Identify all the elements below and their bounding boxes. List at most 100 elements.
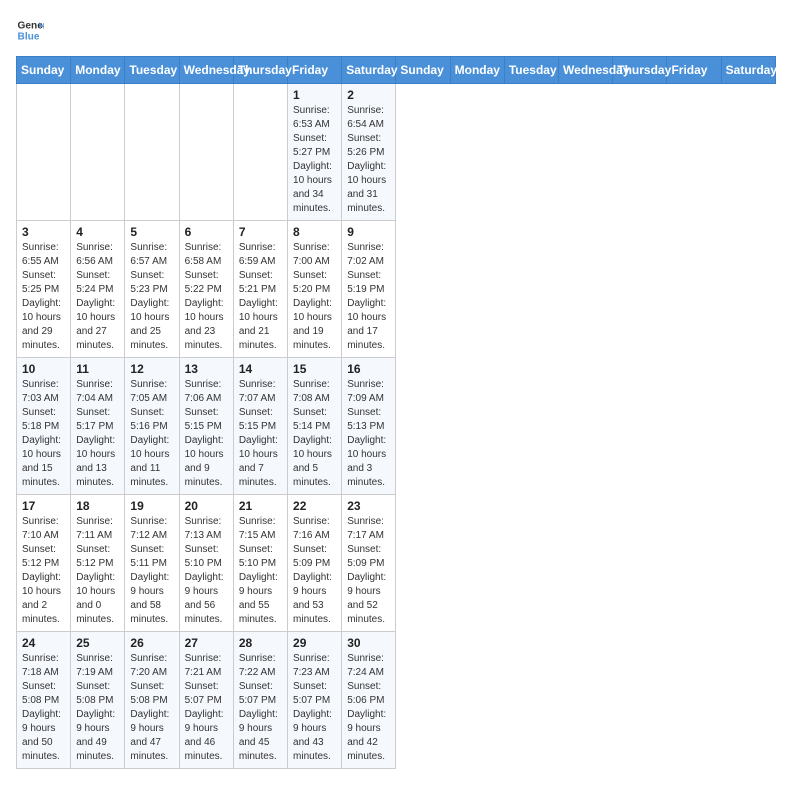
calendar-cell: 18 Sunrise: 7:11 AM Sunset: 5:12 PM Dayli…	[71, 495, 125, 632]
day-number: 15	[293, 362, 336, 376]
day-number: 16	[347, 362, 390, 376]
calendar-week-row: 1Sunrise: 6:53 AM Sunset: 5:27 PM Daylig…	[17, 84, 776, 221]
day-info: Sunrise: 7:13 AM Sunset: 5:10 PM Dayligh…	[185, 515, 228, 627]
column-header-saturday: Saturday	[721, 57, 775, 84]
day-number: 4	[76, 225, 119, 239]
day-number: 24	[22, 636, 65, 650]
calendar-cell: 22Sunrise: 7:16 AM Sunset: 5:09 PM Dayli…	[288, 495, 342, 632]
day-number: 23	[347, 499, 390, 513]
calendar-cell: 21Sunrise: 7:15 AM Sunset: 5:10 PM Dayli…	[233, 495, 287, 632]
day-info: Sunrise: 6:53 AM Sunset: 5:27 PM Dayligh…	[293, 104, 336, 216]
day-info: Sunrise: 7:02 AM Sunset: 5:19 PM Dayligh…	[347, 241, 390, 353]
calendar-cell: 5 Sunrise: 6:57 AM Sunset: 5:23 PM Daylig…	[125, 221, 179, 358]
day-number: 19	[130, 499, 173, 513]
day-number: 17	[22, 499, 65, 513]
column-header-saturday: Saturday	[342, 57, 396, 84]
day-info: Sunrise: 7:11 AM Sunset: 5:12 PM Dayligh…	[76, 515, 119, 627]
calendar-cell: 3Sunrise: 6:55 AM Sunset: 5:25 PM Daylig…	[17, 221, 71, 358]
column-header-monday: Monday	[450, 57, 504, 84]
calendar-cell: 4 Sunrise: 6:56 AM Sunset: 5:24 PM Daylig…	[71, 221, 125, 358]
calendar-cell: 12 Sunrise: 7:05 AM Sunset: 5:16 PM Dayli…	[125, 358, 179, 495]
calendar-cell: 19 Sunrise: 7:12 AM Sunset: 5:11 PM Dayli…	[125, 495, 179, 632]
calendar-cell: 14 Sunrise: 7:07 AM Sunset: 5:15 PM Dayli…	[233, 358, 287, 495]
day-info: Sunrise: 7:06 AM Sunset: 5:15 PM Dayligh…	[185, 378, 228, 490]
column-header-friday: Friday	[288, 57, 342, 84]
day-info: Sunrise: 7:16 AM Sunset: 5:09 PM Dayligh…	[293, 515, 336, 627]
day-info: Sunrise: 6:59 AM Sunset: 5:21 PM Dayligh…	[239, 241, 282, 353]
calendar-cell	[17, 84, 71, 221]
calendar-cell: 9 Sunrise: 7:02 AM Sunset: 5:19 PM Daylig…	[342, 221, 396, 358]
calendar-week-row: 24 Sunrise: 7:18 AM Sunset: 5:08 PM Dayli…	[17, 632, 776, 769]
day-info: Sunrise: 7:03 AM Sunset: 5:18 PM Dayligh…	[22, 378, 65, 490]
calendar-cell: 8 Sunrise: 7:00 AM Sunset: 5:20 PM Daylig…	[288, 221, 342, 358]
column-header-sunday: Sunday	[396, 57, 450, 84]
day-info: Sunrise: 7:09 AM Sunset: 5:13 PM Dayligh…	[347, 378, 390, 490]
calendar-cell: 25 Sunrise: 7:19 AM Sunset: 5:08 PM Dayli…	[71, 632, 125, 769]
day-info: Sunrise: 7:07 AM Sunset: 5:15 PM Dayligh…	[239, 378, 282, 490]
day-info: Sunrise: 7:24 AM Sunset: 5:06 PM Dayligh…	[347, 652, 390, 764]
day-info: Sunrise: 7:00 AM Sunset: 5:20 PM Dayligh…	[293, 241, 336, 353]
day-number: 20	[185, 499, 228, 513]
day-info: Sunrise: 7:12 AM Sunset: 5:11 PM Dayligh…	[130, 515, 173, 627]
day-info: Sunrise: 7:04 AM Sunset: 5:17 PM Dayligh…	[76, 378, 119, 490]
day-info: Sunrise: 6:55 AM Sunset: 5:25 PM Dayligh…	[22, 241, 65, 353]
day-number: 2	[347, 88, 390, 102]
day-info: Sunrise: 7:23 AM Sunset: 5:07 PM Dayligh…	[293, 652, 336, 764]
calendar-cell: 30Sunrise: 7:24 AM Sunset: 5:06 PM Dayli…	[342, 632, 396, 769]
calendar-cell: 11Sunrise: 7:04 AM Sunset: 5:17 PM Dayli…	[71, 358, 125, 495]
day-info: Sunrise: 7:10 AM Sunset: 5:12 PM Dayligh…	[22, 515, 65, 627]
day-info: Sunrise: 6:57 AM Sunset: 5:23 PM Dayligh…	[130, 241, 173, 353]
day-number: 8	[293, 225, 336, 239]
calendar-cell: 13 Sunrise: 7:06 AM Sunset: 5:15 PM Dayli…	[179, 358, 233, 495]
svg-text:Blue: Blue	[18, 31, 40, 42]
calendar-week-row: 3Sunrise: 6:55 AM Sunset: 5:25 PM Daylig…	[17, 221, 776, 358]
day-number: 6	[185, 225, 228, 239]
calendar-week-row: 10 Sunrise: 7:03 AM Sunset: 5:18 PM Dayli…	[17, 358, 776, 495]
day-info: Sunrise: 7:18 AM Sunset: 5:08 PM Dayligh…	[22, 652, 65, 764]
day-info: Sunrise: 6:54 AM Sunset: 5:26 PM Dayligh…	[347, 104, 390, 216]
day-number: 18	[76, 499, 119, 513]
day-number: 26	[130, 636, 173, 650]
day-number: 29	[293, 636, 336, 650]
day-number: 5	[130, 225, 173, 239]
day-info: Sunrise: 7:17 AM Sunset: 5:09 PM Dayligh…	[347, 515, 390, 627]
day-info: Sunrise: 6:58 AM Sunset: 5:22 PM Dayligh…	[185, 241, 228, 353]
calendar-cell: 16 Sunrise: 7:09 AM Sunset: 5:13 PM Dayli…	[342, 358, 396, 495]
column-header-friday: Friday	[667, 57, 721, 84]
day-number: 13	[185, 362, 228, 376]
calendar-cell	[71, 84, 125, 221]
day-info: Sunrise: 7:05 AM Sunset: 5:16 PM Dayligh…	[130, 378, 173, 490]
logo: General Blue	[16, 16, 44, 44]
calendar-cell: 2 Sunrise: 6:54 AM Sunset: 5:26 PM Daylig…	[342, 84, 396, 221]
column-header-sunday: Sunday	[17, 57, 71, 84]
calendar-table: SundayMondayTuesdayWednesdayThursdayFrid…	[16, 56, 776, 769]
day-info: Sunrise: 7:08 AM Sunset: 5:14 PM Dayligh…	[293, 378, 336, 490]
day-info: Sunrise: 6:56 AM Sunset: 5:24 PM Dayligh…	[76, 241, 119, 353]
logo-icon: General Blue	[16, 16, 44, 44]
calendar-week-row: 17 Sunrise: 7:10 AM Sunset: 5:12 PM Dayli…	[17, 495, 776, 632]
column-header-tuesday: Tuesday	[125, 57, 179, 84]
column-header-wednesday: Wednesday	[179, 57, 233, 84]
day-number: 25	[76, 636, 119, 650]
calendar-cell	[125, 84, 179, 221]
day-info: Sunrise: 7:21 AM Sunset: 5:07 PM Dayligh…	[185, 652, 228, 764]
calendar-cell: 10 Sunrise: 7:03 AM Sunset: 5:18 PM Dayli…	[17, 358, 71, 495]
calendar-cell: 6 Sunrise: 6:58 AM Sunset: 5:22 PM Daylig…	[179, 221, 233, 358]
calendar-cell	[179, 84, 233, 221]
day-info: Sunrise: 7:15 AM Sunset: 5:10 PM Dayligh…	[239, 515, 282, 627]
calendar-cell: 7 Sunrise: 6:59 AM Sunset: 5:21 PM Daylig…	[233, 221, 287, 358]
day-info: Sunrise: 7:19 AM Sunset: 5:08 PM Dayligh…	[76, 652, 119, 764]
calendar-cell: 27 Sunrise: 7:21 AM Sunset: 5:07 PM Dayli…	[179, 632, 233, 769]
calendar-cell: 26Sunrise: 7:20 AM Sunset: 5:08 PM Dayli…	[125, 632, 179, 769]
calendar-cell: 20 Sunrise: 7:13 AM Sunset: 5:10 PM Dayli…	[179, 495, 233, 632]
day-number: 27	[185, 636, 228, 650]
calendar-cell: 17 Sunrise: 7:10 AM Sunset: 5:12 PM Dayli…	[17, 495, 71, 632]
day-number: 12	[130, 362, 173, 376]
day-number: 10	[22, 362, 65, 376]
day-number: 14	[239, 362, 282, 376]
calendar-cell: 24 Sunrise: 7:18 AM Sunset: 5:08 PM Dayli…	[17, 632, 71, 769]
calendar-cell: 23 Sunrise: 7:17 AM Sunset: 5:09 PM Dayli…	[342, 495, 396, 632]
day-number: 28	[239, 636, 282, 650]
day-number: 9	[347, 225, 390, 239]
day-number: 7	[239, 225, 282, 239]
